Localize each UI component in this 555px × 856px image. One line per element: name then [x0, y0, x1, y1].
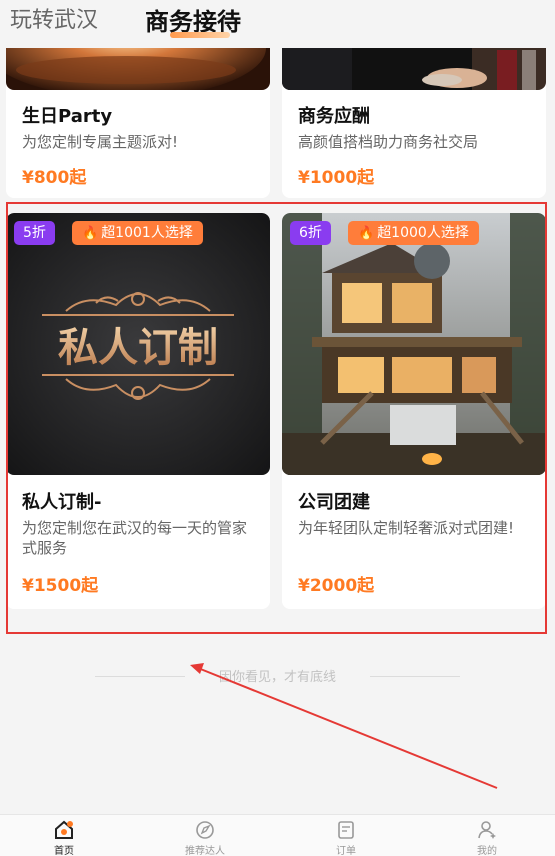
card-image [282, 213, 546, 475]
home-icon [55, 820, 73, 839]
nav-mine[interactable]: 我的 [447, 819, 527, 856]
nav-label: 推荐达人 [185, 846, 225, 856]
fire-icon: 🔥 [82, 226, 99, 241]
card-description: 为您定制您在武汉的每一天的管家式服务 [22, 519, 248, 557]
card-price: ¥2000起 [298, 576, 375, 596]
nav-label: 订单 [336, 846, 356, 856]
card-description: 为您定制专属主题派对! [22, 133, 179, 151]
popularity-badge: 🔥 超1000人选择 [348, 221, 479, 245]
service-card-private-custom[interactable]: 私人订制 5折 🔥 超1001人选择 私人订制- 为您定制您在武汉的每一天的管家式… [6, 213, 270, 609]
image-caption: 私人订制 [58, 324, 218, 371]
tab-wuhan[interactable]: 玩转武汉 [10, 2, 98, 34]
card-title: 公司团建 [298, 492, 370, 513]
nav-orders[interactable]: 订单 [306, 819, 386, 856]
popularity-text: 超1000人选择 [377, 225, 469, 241]
card-price: ¥800起 [22, 168, 87, 188]
end-of-list-hint: 因你看见，才有底线 [218, 670, 336, 685]
card-title: 私人订制- [22, 492, 102, 513]
card-title: 生日Party [22, 106, 113, 127]
card-price: ¥1500起 [22, 576, 99, 596]
user-icon [478, 821, 496, 839]
discount-badge: 6折 [290, 221, 331, 245]
nav-label: 我的 [477, 846, 497, 856]
card-image: 私人订制 [6, 213, 270, 475]
nav-recommended-experts[interactable]: 推荐达人 [165, 819, 245, 856]
card-description: 高颜值搭档助力商务社交局 [298, 133, 479, 151]
service-card-team-building[interactable]: 6折 🔥 超1000人选择 公司团建 为年轻团队定制轻奢派对式团建! ¥2000起 [282, 213, 546, 609]
order-icon [338, 821, 354, 839]
bottom-nav-bar: 首页 推荐达人 订单 我的 [0, 814, 555, 856]
card-price: ¥1000起 [298, 168, 375, 188]
compass-icon [196, 821, 214, 839]
nav-label: 首页 [54, 846, 74, 856]
discount-badge: 5折 [14, 221, 55, 245]
fire-icon: 🔥 [358, 226, 375, 241]
active-tab-indicator [170, 32, 230, 38]
popularity-text: 超1001人选择 [101, 225, 193, 241]
nav-home[interactable]: 首页 [24, 819, 104, 856]
popularity-badge: 🔥 超1001人选择 [72, 221, 203, 245]
top-tab-bar: 玩转武汉 商务接待 [0, 0, 555, 48]
screen: 生日Party 为您定制专属主题派对! ¥800起 商务应酬 高颜值搭档助力商务… [0, 0, 555, 856]
divider-right [370, 676, 460, 677]
card-description: 为年轻团队定制轻奢派对式团建! [298, 519, 515, 537]
card-title: 商务应酬 [298, 106, 370, 127]
